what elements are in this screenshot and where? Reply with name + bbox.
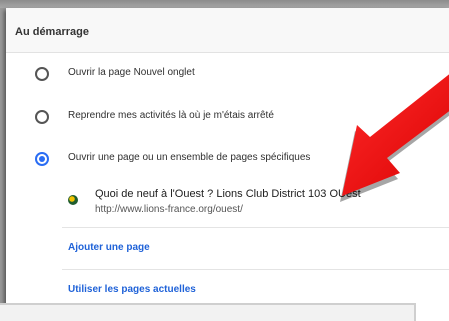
use-current-pages-button[interactable]: Utiliser les pages actuelles	[68, 284, 196, 295]
option-continue[interactable]: Reprendre mes activités là où je m'étais…	[6, 103, 449, 131]
divider	[62, 269, 449, 270]
option-continue-label: Reprendre mes activités là où je m'étais…	[68, 110, 274, 121]
option-specific-pages[interactable]: Ouvrir une page ou un ensemble de pages …	[6, 145, 449, 173]
add-page-button[interactable]: Ajouter une page	[68, 242, 150, 253]
section-header: Au démarrage	[6, 8, 449, 53]
divider	[62, 227, 449, 228]
option-new-tab-label: Ouvrir la page Nouvel onglet	[68, 67, 195, 78]
startup-settings-card: Au démarrage Ouvrir la page Nouvel ongle…	[6, 8, 449, 321]
overlay-panel	[0, 303, 416, 321]
radio-new-tab[interactable]	[35, 67, 49, 81]
radio-specific-pages[interactable]	[35, 152, 49, 166]
startup-page-url: http://www.lions-france.org/ouest/	[95, 204, 243, 215]
backdrop	[0, 0, 449, 8]
option-specific-pages-label: Ouvrir une page ou un ensemble de pages …	[68, 152, 311, 163]
startup-page-entry[interactable]: Quoi de neuf à l'Ouest ? Lions Club Dist…	[6, 184, 449, 226]
lions-club-favicon-icon	[68, 195, 78, 205]
startup-page-title: Quoi de neuf à l'Ouest ? Lions Club Dist…	[95, 188, 361, 200]
option-new-tab[interactable]: Ouvrir la page Nouvel onglet	[6, 60, 449, 88]
radio-continue[interactable]	[35, 110, 49, 124]
section-title: Au démarrage	[15, 26, 89, 38]
